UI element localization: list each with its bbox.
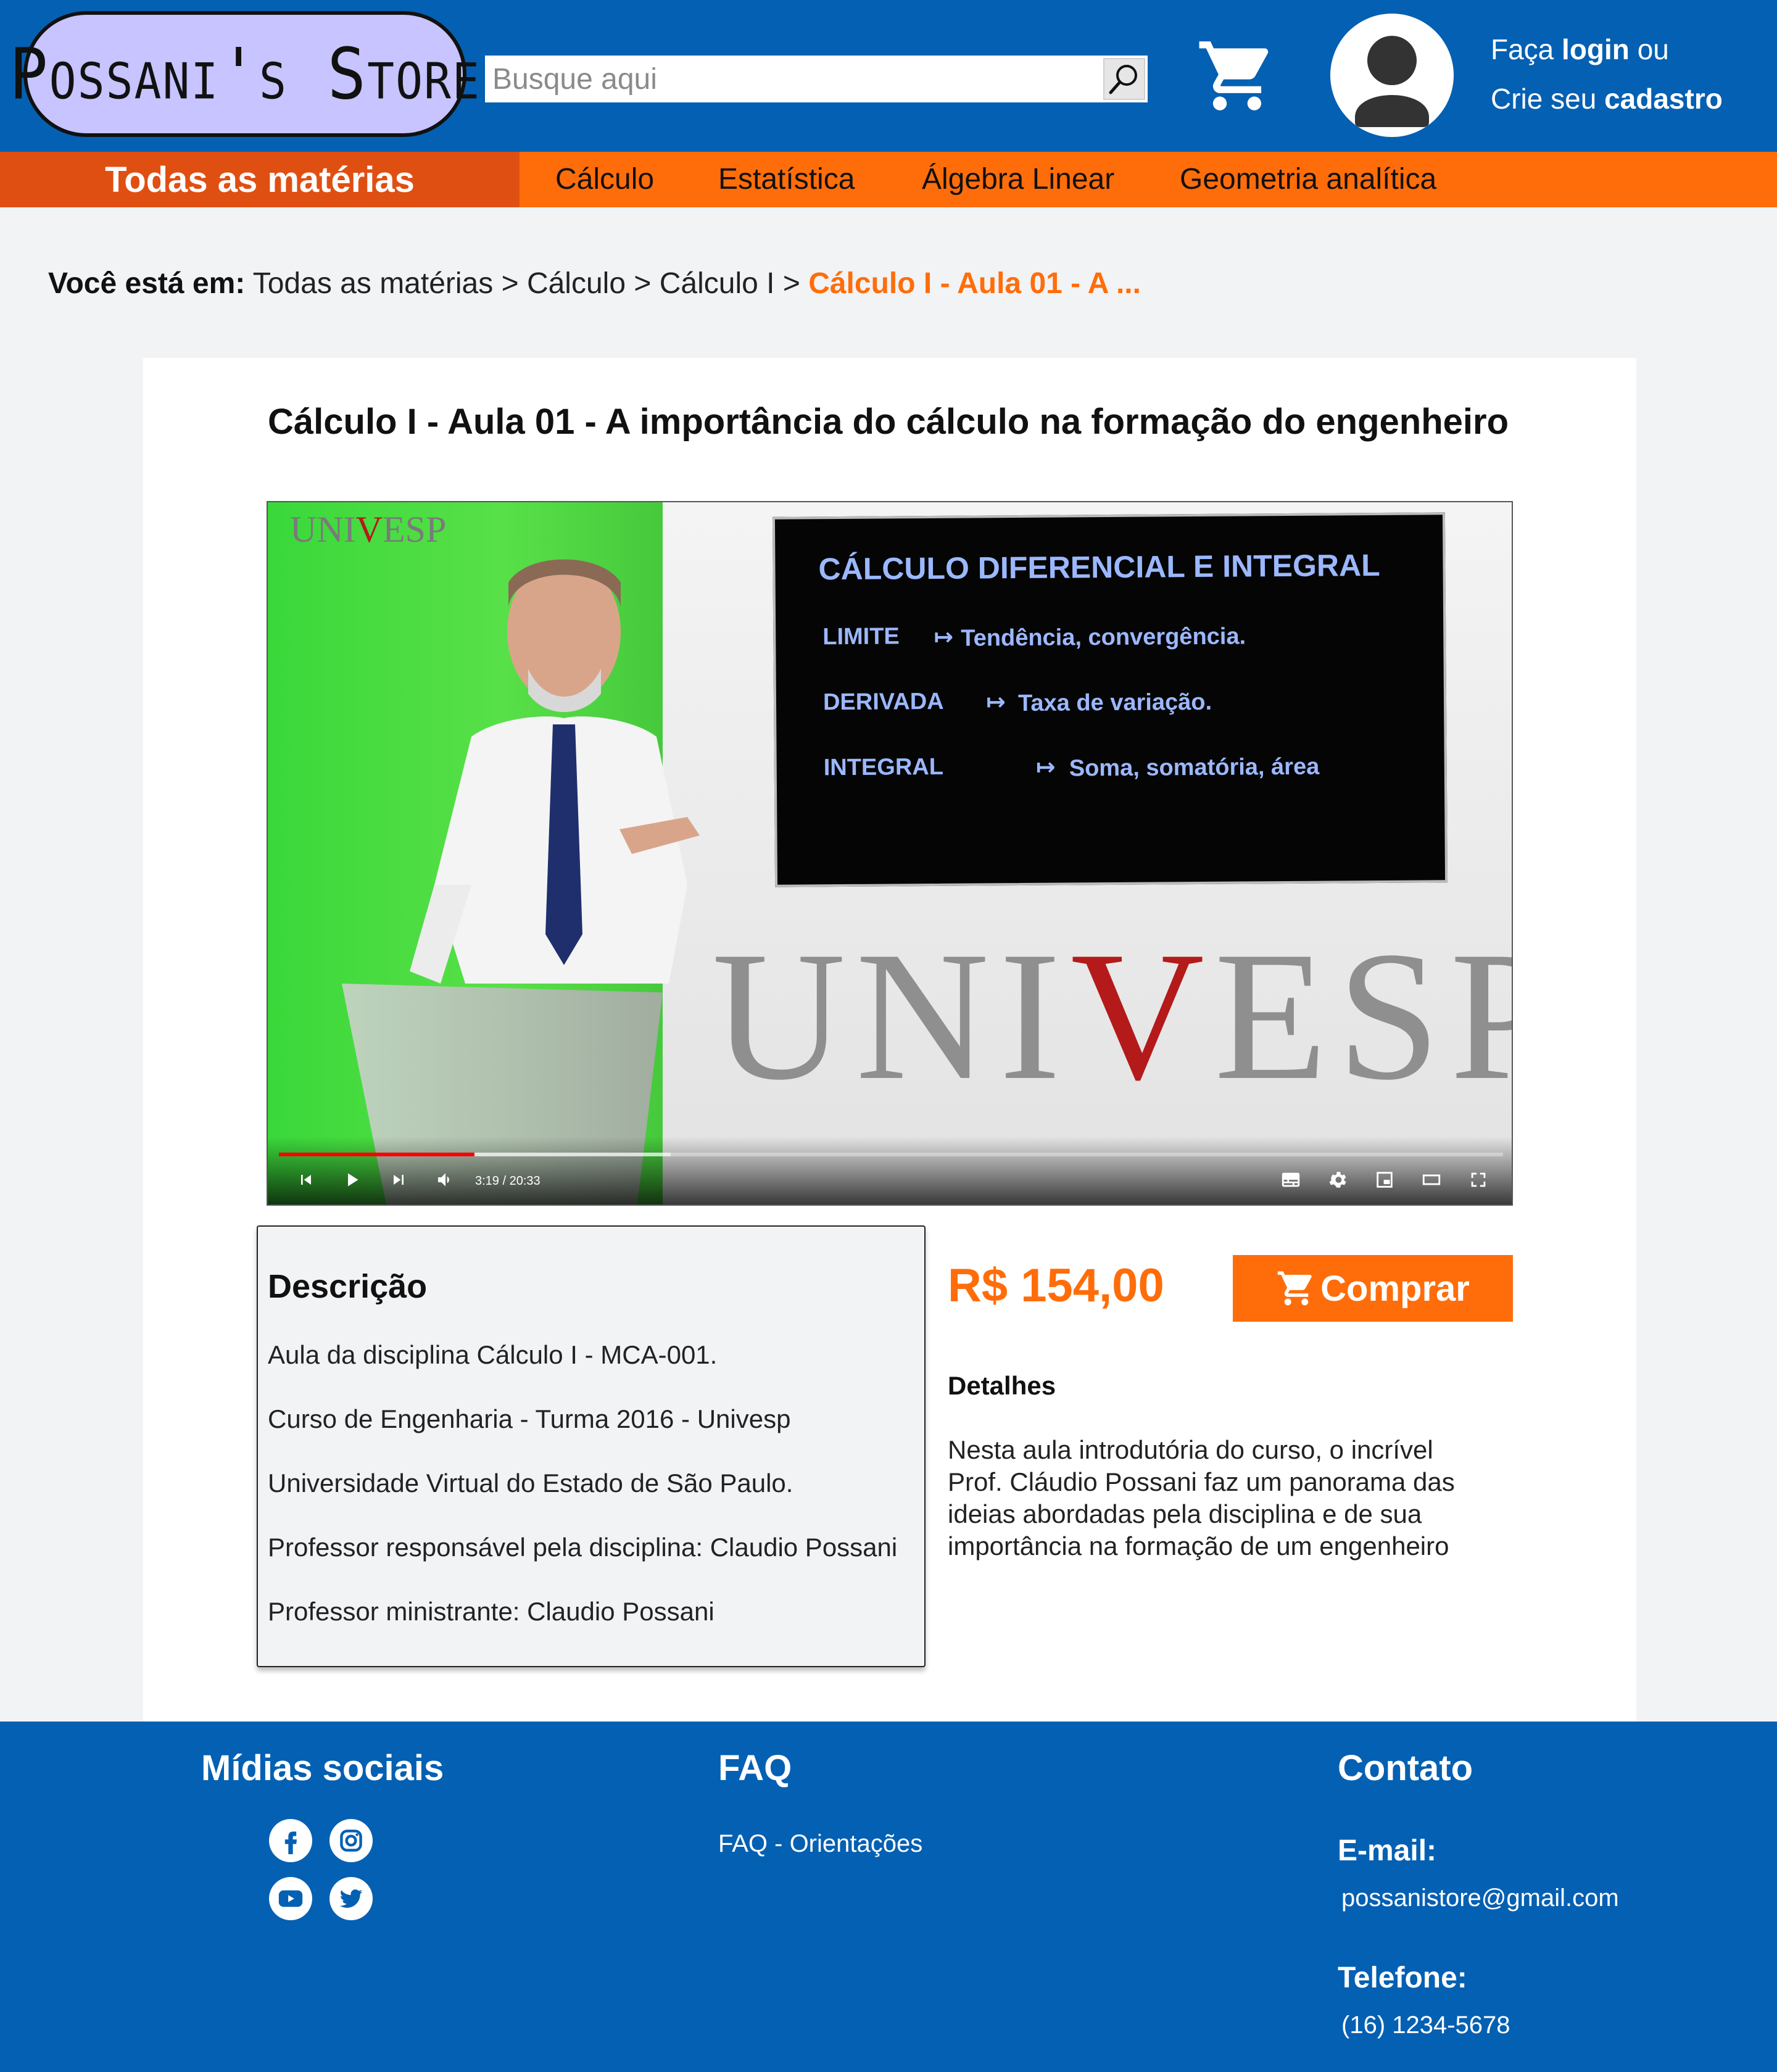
slide-row-arrow: ↦ (985, 689, 1006, 716)
search-bar (485, 56, 1148, 102)
breadcrumb-path[interactable]: Todas as matérias > Cálculo > Cálculo I … (253, 267, 800, 300)
description-line: Curso de Engenharia - Turma 2016 - Unive… (268, 1404, 791, 1433)
video-player[interactable]: UNIVESP CÁLCULO DIFERENCIAL E INTEGRAL L… (267, 501, 1513, 1206)
skip-next-icon (394, 1175, 404, 1185)
footer-contact-title: Contato (1338, 1748, 1473, 1788)
slide-row-meaning: Tendência, convergência. (961, 623, 1246, 652)
nav-item-geometria-analitica[interactable]: Geometria analítica (1180, 152, 1436, 207)
gear-icon (1329, 1172, 1346, 1188)
slide-row-arrow: ↦ (934, 624, 954, 650)
phone-value[interactable]: (16) 1234-5678 (1341, 2012, 1510, 2039)
description-line: Professor responsável pela disciplina: C… (268, 1533, 898, 1562)
slide-row-meaning: Soma, somatória, área (1069, 753, 1320, 782)
signup-link[interactable]: cadastro (1604, 83, 1723, 115)
subtitles-icon (1282, 1172, 1300, 1187)
description-title: Descrição (268, 1268, 428, 1305)
signup-prefix: Crie seu (1491, 83, 1597, 115)
nav-item-calculo[interactable]: Cálculo (555, 152, 654, 207)
nav-item-algebra-linear[interactable]: Álgebra Linear (922, 152, 1114, 207)
miniplayer-icon (1377, 1172, 1393, 1188)
video-progress-played (279, 1153, 475, 1156)
login-link[interactable]: login (1562, 33, 1630, 65)
login-prefix: Faça (1491, 33, 1554, 65)
skip-previous-icon (301, 1175, 311, 1185)
play-button[interactable] (338, 1166, 365, 1193)
twitter-link[interactable] (329, 1877, 373, 1920)
details-title: Detalhes (948, 1371, 1056, 1400)
video-controls: 3:19 / 20:33 (268, 1137, 1512, 1204)
cart-icon (1199, 41, 1269, 110)
video-brand-right: ESP (1214, 913, 1512, 1118)
theater-icon (1422, 1174, 1441, 1185)
user-avatar[interactable] (1330, 14, 1454, 137)
site-header: Possani's Store Faça login ou Crie seu (0, 0, 1777, 152)
description-line: Professor ministrante: Claudio Possani (268, 1597, 715, 1626)
login-line: Faça login ou (1491, 25, 1723, 74)
description-line: Universidade Virtual do Estado de São Pa… (268, 1469, 793, 1498)
instagram-link[interactable] (329, 1819, 373, 1862)
slide-row-term: INTEGRAL (823, 753, 944, 781)
email-label: E-mail: (1338, 1834, 1437, 1867)
miniplayer-button[interactable] (1371, 1166, 1398, 1193)
instagram-icon (340, 1830, 362, 1852)
previous-button[interactable] (292, 1166, 320, 1193)
cart-button[interactable] (1191, 35, 1283, 117)
slide-row-meaning: Taxa de variação. (1017, 689, 1212, 717)
description-box: Descrição Aula da disciplina Cálculo I -… (257, 1225, 926, 1667)
cart-icon (1277, 1271, 1312, 1306)
settings-button[interactable] (1324, 1166, 1351, 1193)
breadcrumb-label: Você está em: (48, 267, 246, 300)
slide-row-term: DERIVADA (822, 688, 944, 716)
twitter-icon (339, 1889, 363, 1908)
video-watermark-v: V (355, 509, 383, 550)
video-progress-bar[interactable] (279, 1153, 1503, 1156)
site-footer: Mídias sociais FAQ FAQ - Orientações Con… (0, 1722, 1777, 2072)
page-title: Cálculo I - Aula 01 - A importância do c… (268, 402, 1509, 442)
login-suffix: ou (1637, 33, 1669, 65)
volume-button[interactable] (432, 1166, 459, 1193)
next-button[interactable] (385, 1166, 412, 1193)
theater-mode-button[interactable] (1418, 1166, 1445, 1193)
search-icon (1109, 65, 1137, 94)
email-value[interactable]: possanistore@gmail.com (1341, 1884, 1619, 1912)
phone-label: Telefone: (1338, 1962, 1467, 1994)
category-nav: Todas as matérias Cálculo Estatística Ál… (0, 152, 1777, 207)
video-brand-logo: UNIVESP (712, 910, 1512, 1122)
breadcrumb-current: Cálculo I - Aula 01 - A ... (808, 267, 1141, 300)
search-input[interactable] (485, 56, 1100, 102)
facebook-icon (284, 1831, 297, 1854)
youtube-link[interactable] (269, 1877, 312, 1920)
facebook-link[interactable] (269, 1819, 312, 1862)
faq-link[interactable]: FAQ - Orientações (718, 1830, 922, 1858)
store-logo[interactable]: Possani's Store (9, 11, 479, 137)
fullscreen-icon (1471, 1172, 1486, 1187)
slide-row-arrow: ↦ (1035, 754, 1056, 781)
youtube-icon (278, 1890, 303, 1907)
buy-button[interactable]: Comprar (1233, 1255, 1513, 1322)
footer-faq-title: FAQ (718, 1748, 792, 1788)
description-line: Aula da disciplina Cálculo I - MCA-001. (268, 1340, 718, 1369)
subtitles-button[interactable] (1277, 1166, 1304, 1193)
volume-icon (438, 1173, 449, 1187)
video-slide-screen: CÁLCULO DIFERENCIAL E INTEGRAL LIMITE ↦ … (772, 512, 1448, 887)
fullscreen-button[interactable] (1465, 1166, 1492, 1193)
video-brand-v: V (1071, 913, 1214, 1118)
video-watermark-left: UNI (290, 509, 356, 550)
breadcrumb: Você está em: Todas as matérias > Cálcul… (48, 267, 1141, 300)
user-icon (1355, 36, 1429, 127)
slide-title: CÁLCULO DIFERENCIAL E INTEGRAL (818, 547, 1380, 587)
login-area: Faça login ou Crie seu cadastro (1491, 25, 1723, 123)
slide-row-term: LIMITE (822, 623, 900, 650)
video-time: 3:19 / 20:33 (475, 1174, 541, 1188)
store-logo-text: Possani's Store (9, 32, 481, 116)
nav-all-subjects[interactable]: Todas as matérias (0, 152, 520, 207)
nav-item-estatistica[interactable]: Estatística (718, 152, 855, 207)
footer-social-title: Mídias sociais (201, 1748, 444, 1788)
buy-button-label: Comprar (1320, 1268, 1470, 1309)
product-price: R$ 154,00 (948, 1259, 1164, 1312)
details-text: Nesta aula introdutória do curso, o incr… (948, 1435, 1455, 1560)
play-icon (348, 1173, 358, 1187)
signup-line: Crie seu cadastro (1491, 74, 1723, 123)
search-button[interactable] (1103, 58, 1145, 100)
